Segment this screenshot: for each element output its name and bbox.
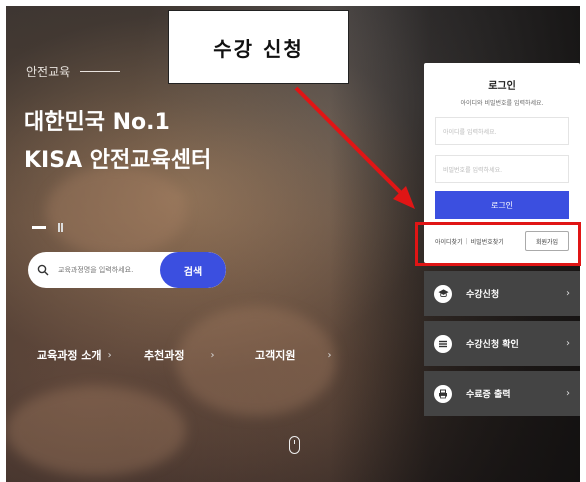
hero-nav-links: 교육과정 소개 › 추천과정 › 고객지원 › (37, 347, 331, 363)
password-field[interactable]: 비밀번호를 입력하세요. (435, 155, 569, 183)
graduation-cap-icon (434, 284, 452, 303)
nav-link-label: 추천과정 (144, 349, 185, 362)
quick-menu-label: 수강신청 (466, 290, 500, 300)
chevron-right-icon: › (566, 388, 570, 399)
login-title: 로그인 (488, 81, 516, 92)
nav-link-label: 고객지원 (255, 349, 296, 362)
chevron-right-icon: › (566, 338, 570, 349)
headline-line-2: KISA 안전교육센터 (24, 148, 212, 173)
quick-menu-enroll-check[interactable]: 수강신청 확인 › (424, 321, 580, 366)
chevron-right-icon: › (566, 288, 570, 299)
login-subtitle: 아이디와 비밀번호를 입력하세요. (460, 100, 544, 107)
hero-kicker: 안전교육 (26, 63, 121, 80)
chevron-right-icon: › (210, 349, 215, 361)
scroll-down-indicator[interactable] (289, 436, 300, 454)
nav-link-courses[interactable]: 교육과정 소개 › (37, 347, 144, 363)
pause-icon[interactable] (58, 223, 63, 232)
chevron-right-icon: › (327, 349, 332, 361)
quick-menu-certificate[interactable]: 수료증 출력 › (424, 371, 580, 416)
search-bar: 검색 (28, 252, 226, 288)
quick-menu-label: 수강신청 확인 (466, 340, 519, 350)
id-field[interactable]: 아이디를 입력하세요. (435, 117, 569, 145)
hero-kicker-label: 안전교육 (26, 65, 71, 79)
kicker-divider (80, 71, 121, 72)
hero-headline: 대한민국 No.1 KISA 안전교육센터 (24, 104, 211, 180)
slider-active-indicator[interactable] (32, 226, 46, 229)
chevron-right-icon: › (107, 349, 112, 361)
headline-line-1: 대한민국 No.1 (24, 110, 170, 135)
nav-link-support[interactable]: 고객지원 › (255, 347, 331, 363)
search-input[interactable] (58, 266, 158, 274)
search-button[interactable]: 검색 (160, 252, 226, 288)
quick-menu-enroll[interactable]: 수강신청 › (424, 271, 580, 316)
annotation-callout: 수강 신청 (168, 10, 349, 84)
quick-menu-label: 수료증 출력 (466, 390, 511, 400)
login-button[interactable]: 로그인 (435, 191, 569, 219)
background-blur (6, 386, 186, 476)
printer-icon (434, 384, 452, 403)
annotation-highlight-box (415, 222, 581, 266)
list-icon (434, 334, 452, 353)
nav-link-label: 교육과정 소개 (37, 349, 102, 362)
search-icon (28, 264, 58, 276)
nav-link-recommended[interactable]: 추천과정 › (144, 347, 255, 363)
slider-controls (32, 223, 63, 232)
